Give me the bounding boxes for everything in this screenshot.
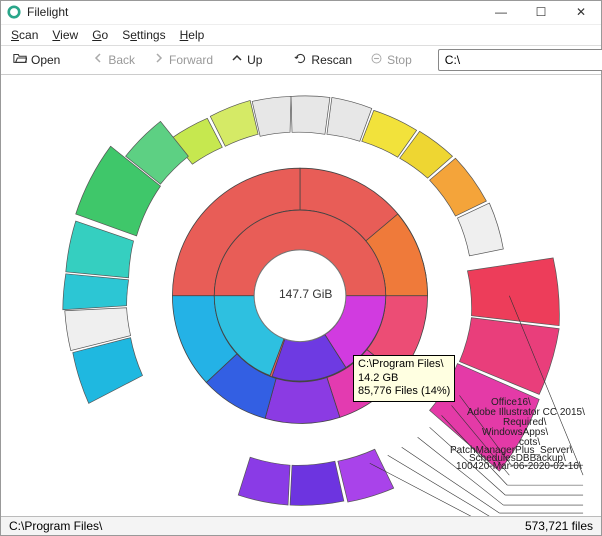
- open-button[interactable]: Open: [7, 49, 66, 70]
- status-file-count: 573,721 files: [525, 519, 593, 533]
- location-bar[interactable]: ✕: [438, 49, 602, 71]
- sunburst-chart[interactable]: 147.7 GiB C:\Program Files\ 14.2 GB 85,7…: [1, 75, 601, 517]
- title-bar: Filelight — ☐ ✕: [1, 1, 601, 25]
- open-label: Open: [31, 53, 60, 67]
- window-controls: — ☐ ✕: [481, 1, 601, 24]
- hover-tooltip: C:\Program Files\ 14.2 GB 85,776 Files (…: [353, 355, 455, 402]
- status-bar: C:\Program Files\ 573,721 files: [1, 516, 601, 535]
- center-size-label: 147.7 GiB: [279, 287, 332, 301]
- back-button[interactable]: Back: [86, 50, 141, 69]
- back-label: Back: [108, 53, 135, 67]
- tooltip-path: C:\Program Files\: [358, 358, 450, 372]
- menu-bar: Scan View Go Settings Help: [1, 25, 601, 45]
- maximize-button[interactable]: ☐: [521, 1, 561, 24]
- close-button[interactable]: ✕: [561, 1, 601, 24]
- menu-view[interactable]: View: [52, 28, 78, 42]
- minimize-button[interactable]: —: [481, 1, 521, 24]
- forward-label: Forward: [169, 53, 213, 67]
- chevron-right-icon: [153, 52, 165, 67]
- tooltip-size: 14.2 GB: [358, 372, 450, 386]
- stop-icon: [370, 52, 383, 68]
- tooltip-files: 85,776 Files (14%): [358, 385, 450, 399]
- folder-open-icon: [13, 51, 27, 68]
- toolbar: Open Back Forward Up Rescan Stop ✕: [1, 45, 601, 75]
- window-title: Filelight: [27, 5, 481, 19]
- refresh-icon: [294, 52, 307, 68]
- menu-settings[interactable]: Settings: [122, 28, 165, 42]
- menu-help[interactable]: Help: [180, 28, 205, 42]
- stop-label: Stop: [387, 53, 412, 67]
- up-label: Up: [247, 53, 262, 67]
- menu-scan[interactable]: Scan: [11, 28, 38, 42]
- segment-label-misc: 100420-Mar-06-2020-02-16\: [456, 461, 582, 472]
- menu-go[interactable]: Go: [92, 28, 108, 42]
- rescan-button[interactable]: Rescan: [288, 50, 358, 70]
- rescan-label: Rescan: [311, 53, 352, 67]
- chevron-left-icon: [92, 52, 104, 67]
- up-button[interactable]: Up: [225, 50, 268, 69]
- chevron-up-icon: [231, 52, 243, 67]
- location-input[interactable]: [443, 52, 602, 68]
- forward-button[interactable]: Forward: [147, 50, 219, 69]
- status-path: C:\Program Files\: [9, 519, 102, 533]
- stop-button[interactable]: Stop: [364, 50, 418, 70]
- app-icon: [7, 5, 21, 19]
